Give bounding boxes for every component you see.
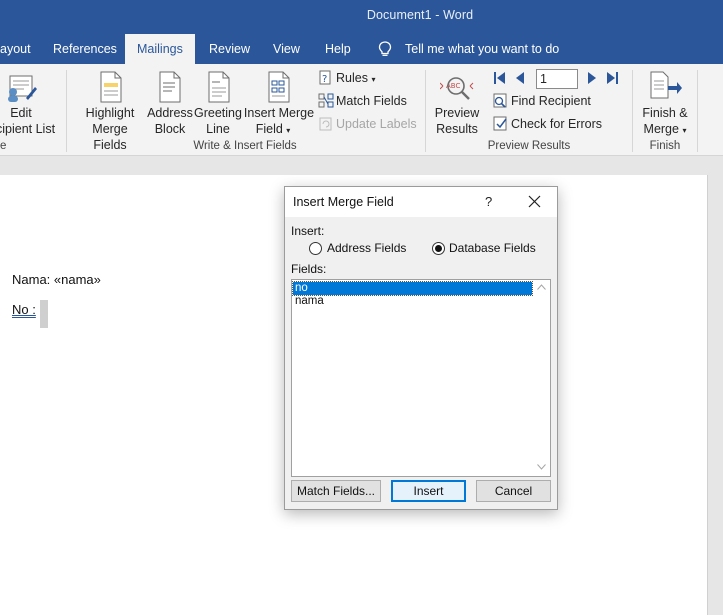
tab-view[interactable]: View xyxy=(273,34,300,64)
group-label-write-insert: Write & Insert Fields xyxy=(193,140,297,152)
finish-merge-line1: Finish & xyxy=(642,106,688,120)
insert-button[interactable]: Insert xyxy=(391,480,466,502)
close-icon[interactable] xyxy=(525,194,543,210)
preview-results-line1: Preview xyxy=(434,106,480,120)
help-button[interactable]: ? xyxy=(485,194,492,209)
ribbon-tabs: ayout References Mailings Review View He… xyxy=(0,34,723,65)
merge-field-placeholder xyxy=(40,300,48,328)
insert-merge-field-dialog: Insert Merge Field ? Insert: Address Fie… xyxy=(284,186,558,510)
check-errors-label: Check for Errors xyxy=(511,117,602,131)
preview-results-line2: Results xyxy=(436,122,478,136)
rules-text: Rules xyxy=(336,71,368,85)
document-line-nama[interactable]: Nama: «nama» xyxy=(12,272,101,287)
rules-icon: ? xyxy=(319,70,331,85)
last-record-icon[interactable] xyxy=(606,71,619,85)
fields-scrollbar[interactable] xyxy=(533,280,550,476)
field-item-nama[interactable]: nama xyxy=(293,295,532,308)
edit-list-line2: cipient List xyxy=(0,122,56,136)
insert-merge-field-icon xyxy=(268,71,290,103)
insert-label: Insert: xyxy=(291,224,325,238)
group-label-preview: Preview Results xyxy=(487,140,571,152)
field-item-no[interactable]: no xyxy=(292,281,533,296)
match-fields-dialog-button[interactable]: Match Fields... xyxy=(291,480,381,502)
preview-results-icon: ABC xyxy=(440,77,474,100)
edit-recipient-list-icon xyxy=(8,75,37,102)
match-fields-label: Match Fields xyxy=(336,94,407,108)
finish-merge-line2: Merge ▾ xyxy=(638,121,692,139)
greeting-line-line1: Greeting xyxy=(194,106,242,120)
cancel-button[interactable]: Cancel xyxy=(476,480,551,502)
finish-merge-caret-icon: ▾ xyxy=(682,126,687,135)
insert-merge-field-line1: Insert Merge xyxy=(243,106,315,120)
check-errors-icon xyxy=(493,116,507,131)
svg-text:?: ? xyxy=(322,74,327,85)
first-record-icon[interactable] xyxy=(494,71,506,85)
match-fields-icon xyxy=(318,93,334,108)
address-fields-label[interactable]: Address Fields xyxy=(327,241,406,255)
document-line-no[interactable]: No : xyxy=(12,302,36,317)
find-recipient-label: Find Recipient xyxy=(511,94,591,108)
address-fields-radio[interactable] xyxy=(309,242,322,255)
tab-references[interactable]: References xyxy=(53,34,117,64)
group-label-start-fragment: e xyxy=(0,140,7,152)
address-block-line2: Block xyxy=(154,122,186,136)
find-recipient-icon xyxy=(493,93,507,108)
rules-caret-icon: ▾ xyxy=(371,75,376,84)
ribbon-separator xyxy=(697,70,698,152)
update-labels-icon xyxy=(319,117,332,131)
tab-review[interactable]: Review xyxy=(209,34,250,64)
finish-merge-icon xyxy=(650,71,682,99)
address-block-icon xyxy=(159,71,181,103)
highlight-line1: Highlight xyxy=(85,106,135,120)
dropdown-caret-icon: ▾ xyxy=(286,126,291,135)
scroll-down-icon[interactable] xyxy=(537,464,546,470)
greeting-line-line2: Line xyxy=(206,122,230,136)
dialog-title-bar[interactable]: Insert Merge Field ? xyxy=(285,187,557,217)
database-fields-label[interactable]: Database Fields xyxy=(449,241,536,255)
address-block-line1: Address xyxy=(147,106,193,120)
lightbulb-icon xyxy=(378,41,392,56)
title-bar: Document1 - Word xyxy=(0,0,723,34)
edit-list-line1: Edit xyxy=(10,106,32,120)
ribbon-separator xyxy=(632,70,633,152)
highlight-merge-fields-icon xyxy=(100,71,122,103)
dialog-title: Insert Merge Field xyxy=(293,195,394,209)
tab-layout[interactable]: ayout xyxy=(0,34,31,64)
tab-mailings[interactable]: Mailings xyxy=(125,34,195,65)
scroll-up-icon[interactable] xyxy=(537,284,546,290)
database-fields-radio[interactable] xyxy=(432,242,445,255)
fields-listbox[interactable]: no nama xyxy=(291,279,551,477)
record-number-input[interactable]: 1 xyxy=(536,69,578,89)
group-label-finish: Finish xyxy=(649,140,681,152)
insert-merge-field-line2: Field ▾ xyxy=(243,121,303,139)
document-no-label: No : xyxy=(12,302,36,317)
update-labels-label: Update Labels xyxy=(336,117,417,131)
ribbon-separator xyxy=(66,70,67,152)
tell-me-text: Tell me what you want to do xyxy=(405,42,560,56)
ribbon-separator xyxy=(425,70,426,152)
rules-label: Rules ▾ xyxy=(336,68,375,90)
fields-label: Fields: xyxy=(291,262,327,276)
greeting-line-icon xyxy=(208,71,230,103)
next-record-icon[interactable] xyxy=(587,71,597,85)
tab-help[interactable]: Help xyxy=(325,34,351,64)
window-title: Document1 - Word xyxy=(366,8,474,22)
ribbon: Edit cipient List e Highlight Merge Fiel… xyxy=(0,64,723,156)
previous-record-icon[interactable] xyxy=(515,71,525,85)
insert-merge-field-line2-text: Field xyxy=(255,122,283,136)
highlight-line2: Merge Fields xyxy=(92,122,128,152)
finish-merge-line2-text: Merge xyxy=(643,122,679,136)
